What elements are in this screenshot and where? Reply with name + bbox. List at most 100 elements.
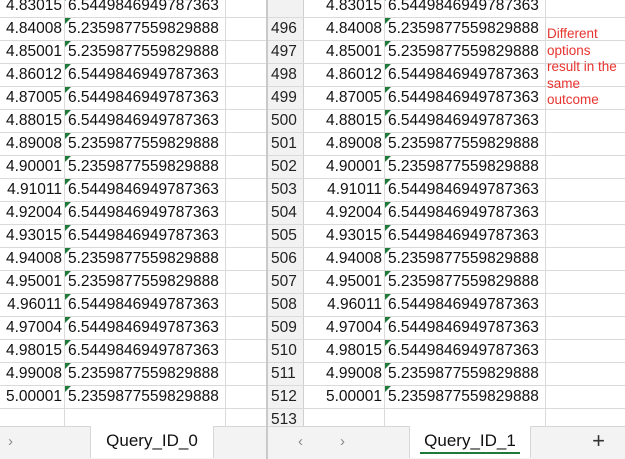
row-header[interactable]: 504: [268, 202, 304, 224]
cell-x-value[interactable]: 5.00001: [0, 386, 65, 408]
row-header[interactable]: 500: [268, 110, 304, 132]
cell-x-value[interactable]: 4.95001: [0, 271, 65, 293]
cell-y-value[interactable]: 6.5449846949787363: [65, 317, 226, 339]
cell-x-value[interactable]: 4.98015: [304, 340, 385, 362]
cell-empty[interactable]: [546, 317, 625, 339]
cell-empty[interactable]: [226, 225, 266, 247]
cell-x-value[interactable]: 4.83015: [0, 0, 65, 17]
cell-empty[interactable]: [226, 156, 266, 178]
row-header[interactable]: 509: [268, 317, 304, 339]
cell-x-value[interactable]: 4.97004: [304, 317, 385, 339]
cell-x-value[interactable]: 4.91011: [304, 179, 385, 201]
cell-y-value[interactable]: 5.2359877559829888: [65, 156, 226, 178]
row-header[interactable]: 512: [268, 386, 304, 408]
cell-y-value[interactable]: 6.5449846949787363: [65, 225, 226, 247]
cell-y-value[interactable]: 6.5449846949787363: [65, 0, 226, 17]
cell-empty[interactable]: [546, 363, 625, 385]
cell-empty[interactable]: [226, 340, 266, 362]
cell-y-value[interactable]: 5.2359877559829888: [65, 133, 226, 155]
cell-empty[interactable]: [226, 294, 266, 316]
plus-icon[interactable]: +: [592, 428, 605, 454]
cell-y-value[interactable]: 5.2359877559829888: [65, 248, 226, 270]
cell-empty[interactable]: [226, 179, 266, 201]
cell-empty[interactable]: [226, 386, 266, 408]
cell-y-value[interactable]: 6.5449846949787363: [65, 64, 226, 86]
cell-x-value[interactable]: 4.98015: [0, 340, 65, 362]
cell-empty[interactable]: [226, 0, 266, 17]
cell-empty[interactable]: [226, 317, 266, 339]
cell-x-value[interactable]: 4.83015: [304, 0, 385, 17]
cell-y-value[interactable]: 6.5449846949787363: [385, 0, 546, 17]
row-header[interactable]: 498: [268, 64, 304, 86]
cell-x-value[interactable]: 4.90001: [304, 156, 385, 178]
chevron-right-icon[interactable]: ›: [8, 433, 13, 450]
cell-empty[interactable]: [226, 271, 266, 293]
cell-x-value[interactable]: 4.84008: [0, 18, 65, 40]
cell-x-value[interactable]: 4.89008: [0, 133, 65, 155]
cell-y-value[interactable]: 6.5449846949787363: [385, 110, 546, 132]
row-header[interactable]: 502: [268, 156, 304, 178]
cell-y-value[interactable]: 6.5449846949787363: [385, 64, 546, 86]
cell-empty[interactable]: [226, 41, 266, 63]
cell-y-value[interactable]: 5.2359877559829888: [65, 271, 226, 293]
cell-x-value[interactable]: 4.95001: [304, 271, 385, 293]
cell-x-value[interactable]: 4.91011: [0, 179, 65, 201]
cell-x-value[interactable]: 4.85001: [0, 41, 65, 63]
cell-empty[interactable]: [546, 0, 625, 17]
cell-empty[interactable]: [546, 202, 625, 224]
sheet-tab-query-id-0[interactable]: Query_ID_0: [90, 426, 214, 458]
cell-empty[interactable]: [226, 248, 266, 270]
cell-y-value[interactable]: 5.2359877559829888: [385, 133, 546, 155]
cell-x-value[interactable]: 4.93015: [0, 225, 65, 247]
cell-empty[interactable]: [546, 340, 625, 362]
row-header[interactable]: 501: [268, 133, 304, 155]
cell-x-value[interactable]: 4.87005: [304, 87, 385, 109]
cell-x-value[interactable]: 4.84008: [304, 18, 385, 40]
cell-empty[interactable]: [546, 271, 625, 293]
cell-empty[interactable]: [226, 110, 266, 132]
cell-x-value[interactable]: 4.88015: [304, 110, 385, 132]
cell-y-value[interactable]: 6.5449846949787363: [385, 340, 546, 362]
row-header[interactable]: 503: [268, 179, 304, 201]
cell-x-value[interactable]: 4.99008: [304, 363, 385, 385]
cell-y-value[interactable]: 5.2359877559829888: [65, 386, 226, 408]
cell-y-value[interactable]: 5.2359877559829888: [385, 271, 546, 293]
cell-y-value[interactable]: 5.2359877559829888: [385, 156, 546, 178]
cell-empty[interactable]: [546, 386, 625, 408]
cell-empty[interactable]: [546, 225, 625, 247]
cell-x-value[interactable]: 4.88015: [0, 110, 65, 132]
cell-x-value[interactable]: 4.92004: [0, 202, 65, 224]
cell-y-value[interactable]: 5.2359877559829888: [385, 363, 546, 385]
cell-x-value[interactable]: 4.96011: [0, 294, 65, 316]
cell-empty[interactable]: [546, 179, 625, 201]
row-header[interactable]: 496: [268, 18, 304, 40]
cell-x-value[interactable]: 4.94008: [0, 248, 65, 270]
cell-y-value[interactable]: 6.5449846949787363: [385, 317, 546, 339]
cell-x-value[interactable]: 4.86012: [304, 64, 385, 86]
chevron-left-icon[interactable]: ‹: [298, 433, 303, 450]
cell-x-value[interactable]: 4.86012: [0, 64, 65, 86]
cell-empty[interactable]: [546, 294, 625, 316]
cell-x-value[interactable]: 4.90001: [0, 156, 65, 178]
cell-empty[interactable]: [226, 87, 266, 109]
row-header[interactable]: 507: [268, 271, 304, 293]
cell-empty[interactable]: [226, 363, 266, 385]
cell-y-value[interactable]: 6.5449846949787363: [385, 179, 546, 201]
cell-empty[interactable]: [226, 133, 266, 155]
cell-empty[interactable]: [226, 202, 266, 224]
row-header[interactable]: 510: [268, 340, 304, 362]
cell-y-value[interactable]: 5.2359877559829888: [385, 248, 546, 270]
cell-y-value[interactable]: 5.2359877559829888: [385, 18, 546, 40]
row-header[interactable]: 511: [268, 363, 304, 385]
cell-empty[interactable]: [546, 156, 625, 178]
sheet-tab-query-id-1[interactable]: Query_ID_1: [409, 426, 531, 458]
cell-x-value[interactable]: 4.89008: [304, 133, 385, 155]
cell-x-value[interactable]: 4.94008: [304, 248, 385, 270]
cell-x-value[interactable]: 4.96011: [304, 294, 385, 316]
row-header[interactable]: [268, 0, 304, 17]
cell-y-value[interactable]: 5.2359877559829888: [65, 41, 226, 63]
cell-empty[interactable]: [226, 18, 266, 40]
cell-empty[interactable]: [546, 248, 625, 270]
cell-y-value[interactable]: 6.5449846949787363: [385, 202, 546, 224]
cell-y-value[interactable]: 6.5449846949787363: [385, 225, 546, 247]
